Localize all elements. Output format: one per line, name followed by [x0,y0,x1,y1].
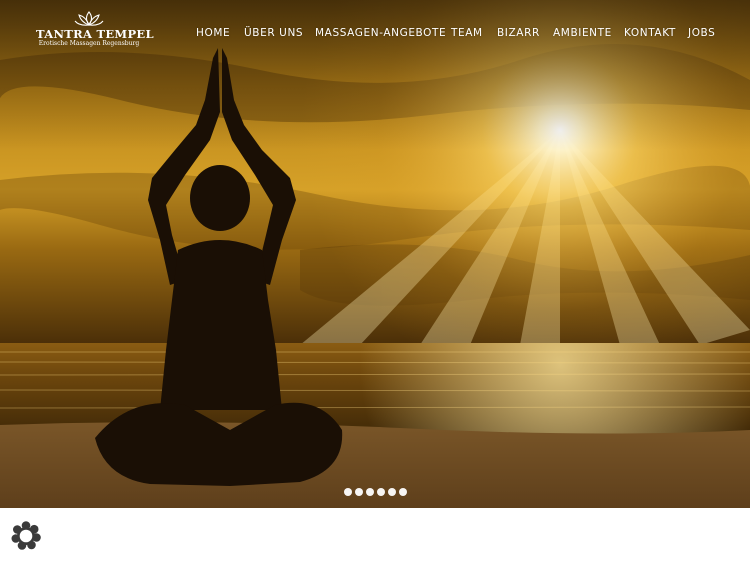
flower-settings-icon [11,521,41,550]
nav-item-ambiente[interactable]: AMBIENTE [553,27,612,39]
cookie-settings-button[interactable] [11,521,41,551]
nav-item-home[interactable]: HOME [196,27,230,39]
slide-dot-5[interactable] [388,488,396,496]
slide-dot-6[interactable] [399,488,407,496]
nav-item-ueber-uns[interactable]: ÜBER UNS [244,27,303,39]
hero-slider: TANTRA TEMPEL Erotische Massagen Regensb… [0,0,750,508]
main-nav: HOME ÜBER UNS MASSAGEN-ANGEBOTE TEAM BIZ… [0,27,750,41]
slide-dot-3[interactable] [366,488,374,496]
nav-item-bizarr[interactable]: BIZARR [497,27,540,39]
slider-pagination [344,488,408,498]
nav-item-team[interactable]: TEAM [451,27,483,39]
nav-item-massagen-angebote[interactable]: MASSAGEN-ANGEBOTE [315,27,446,39]
nav-item-kontakt[interactable]: KONTAKT [624,27,676,39]
hero-image [0,0,750,508]
slide-dot-2[interactable] [355,488,363,496]
slide-dot-1[interactable] [344,488,352,496]
nav-item-jobs[interactable]: JOBS [688,27,715,39]
lotus-icon [74,11,104,26]
slide-dot-4[interactable] [377,488,385,496]
brand-subtitle: Erotische Massagen Regensburg [38,40,140,47]
